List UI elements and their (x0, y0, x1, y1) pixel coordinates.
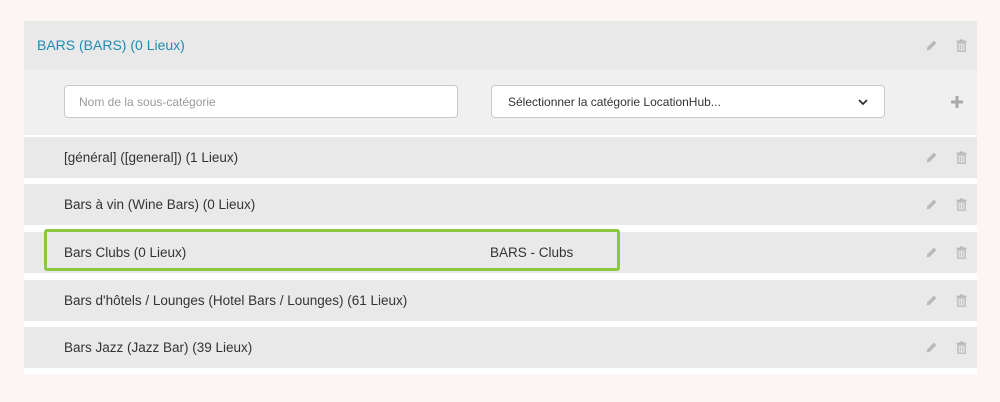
subcategory-name-input[interactable] (64, 85, 458, 118)
subcategory-label: Bars Jazz (Jazz Bar) (39 Lieux) (64, 340, 253, 355)
trash-icon[interactable] (955, 294, 968, 307)
row-actions (917, 232, 977, 273)
add-subcategory-form: Sélectionner la catégorie LocationHub... (24, 69, 977, 135)
category-panel: BARS (BARS) (0 Lieux) Sélectionner la ca… (24, 21, 977, 374)
trash-icon[interactable] (955, 38, 968, 52)
row-actions (917, 184, 977, 225)
locationhub-category-select[interactable]: Sélectionner la catégorie LocationHub... (491, 85, 885, 118)
subcategory-row: Bars Clubs (0 Lieux) BARS - Clubs (24, 232, 977, 273)
subcategory-row: [général] ([general]) (1 Lieux) (24, 137, 977, 178)
subcategory-label: Bars à vin (Wine Bars) (0 Lieux) (64, 197, 256, 212)
trash-icon[interactable] (955, 246, 968, 259)
pencil-icon[interactable] (925, 341, 938, 354)
trash-icon[interactable] (955, 151, 968, 164)
plus-icon[interactable] (950, 95, 964, 109)
pencil-icon[interactable] (925, 198, 938, 211)
pencil-icon[interactable] (925, 39, 938, 52)
mapped-locationhub-category: BARS - Clubs (490, 245, 574, 260)
category-actions (917, 21, 977, 69)
select-value: Sélectionner la catégorie LocationHub... (508, 94, 721, 109)
chevron-down-icon (858, 98, 868, 105)
pencil-icon[interactable] (925, 151, 938, 164)
subcategory-label: Bars Clubs (0 Lieux) (64, 245, 187, 260)
category-header: BARS (BARS) (0 Lieux) (24, 21, 977, 69)
row-actions (917, 137, 977, 178)
subcategory-row: Bars Jazz (Jazz Bar) (39 Lieux) (24, 327, 977, 368)
trash-icon[interactable] (955, 341, 968, 354)
subcategory-label: Bars d'hôtels / Lounges (Hotel Bars / Lo… (64, 293, 408, 308)
pencil-icon[interactable] (925, 246, 938, 259)
pencil-icon[interactable] (925, 294, 938, 307)
subcategory-row: Bars à vin (Wine Bars) (0 Lieux) (24, 184, 977, 225)
subcategory-row: Bars d'hôtels / Lounges (Hotel Bars / Lo… (24, 280, 977, 321)
trash-icon[interactable] (955, 198, 968, 211)
row-actions (917, 327, 977, 368)
subcategory-label: [général] ([general]) (1 Lieux) (64, 150, 239, 165)
row-actions (917, 280, 977, 321)
category-title-link[interactable]: BARS (BARS) (0 Lieux) (37, 37, 185, 53)
